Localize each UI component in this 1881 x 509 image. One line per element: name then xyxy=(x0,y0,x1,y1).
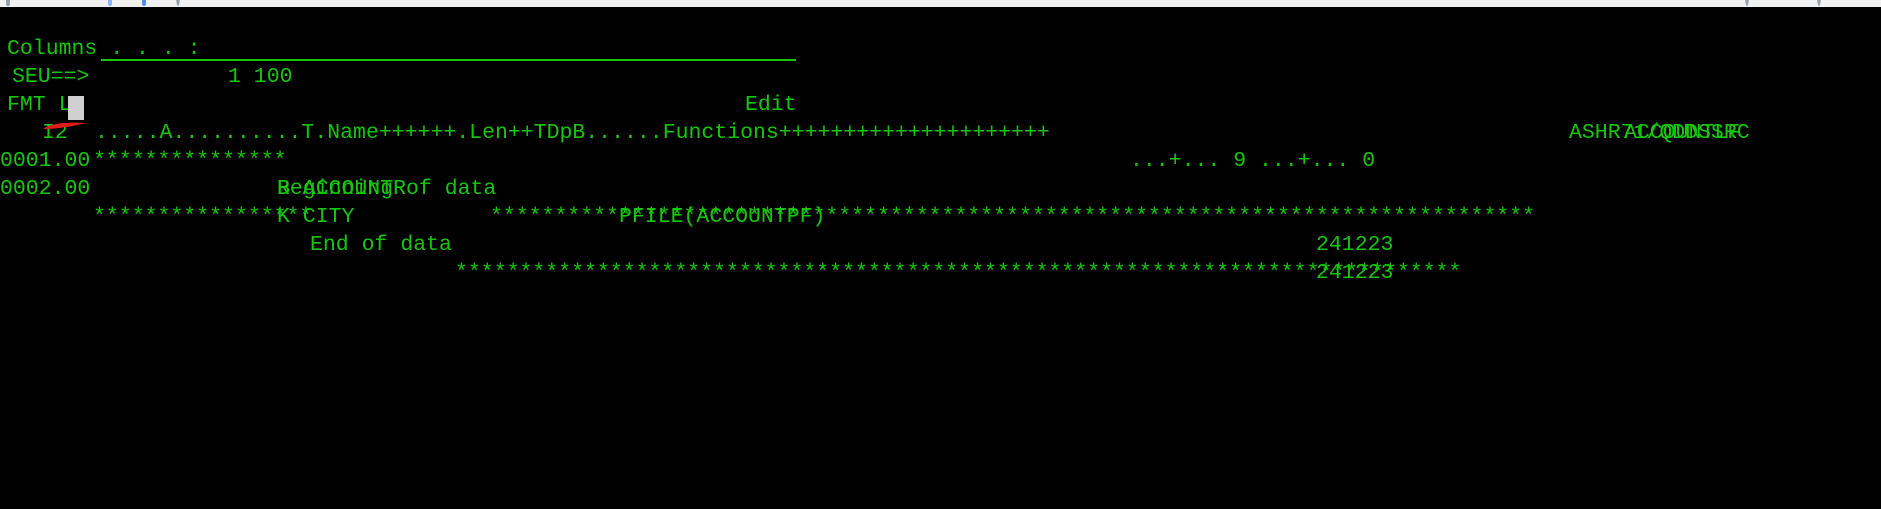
browser-toolbar-icons xyxy=(0,0,196,6)
dash-icon[interactable] xyxy=(74,0,94,2)
table-row[interactable]: 0002.00 K CITY 241223 xyxy=(0,147,1881,285)
puzzle-icon[interactable] xyxy=(1781,0,1801,2)
circle-icon[interactable] xyxy=(176,0,196,6)
red-app-icon[interactable] xyxy=(40,0,60,2)
line-keyword-text[interactable]: PFILE(ACCOUNTPF) xyxy=(619,203,825,231)
window-icon[interactable] xyxy=(6,0,26,6)
beginning-of-data-row: I2 *************** Beginning of data ***… xyxy=(0,91,1881,229)
terminal-text-area: Columns . . . : 1 100 Edit ASHR71/QDDSSR… xyxy=(0,7,1881,509)
browser-toolbar-right-icons xyxy=(1745,0,1873,6)
table-row[interactable]: 0001.00 R ACCOUNTR PFILE(ACCOUNTPF) 2412… xyxy=(0,119,1881,257)
profile-icon[interactable] xyxy=(1817,0,1837,6)
header-row: Columns . . . : 1 100 Edit ASHR71/QDDSSR… xyxy=(0,7,1881,145)
seu-terminal-screen: Columns . . . : 1 100 Edit ASHR71/QDDSSR… xyxy=(0,0,1881,509)
blue-folder-icon[interactable] xyxy=(142,0,162,6)
star-icon[interactable] xyxy=(1745,0,1765,6)
menu-icon[interactable] xyxy=(1853,0,1873,2)
page-icon[interactable] xyxy=(108,0,128,6)
end-of-data-row: ***************** End of data **********… xyxy=(0,175,1881,285)
browser-toolbar-strip xyxy=(0,0,1881,7)
stars-left-bottom: ***************** xyxy=(93,205,313,229)
end-of-data-label: End of data xyxy=(310,233,452,257)
seu-input-underline xyxy=(101,59,796,61)
format-ruler-row: FMT LF .....A..........T.Name++++++.Len+… xyxy=(0,63,1881,173)
line-date-stamp: 241223 xyxy=(1316,233,1394,257)
text-cursor-block[interactable] xyxy=(68,96,84,120)
stars-right-bottom: ****************************************… xyxy=(455,261,1462,285)
